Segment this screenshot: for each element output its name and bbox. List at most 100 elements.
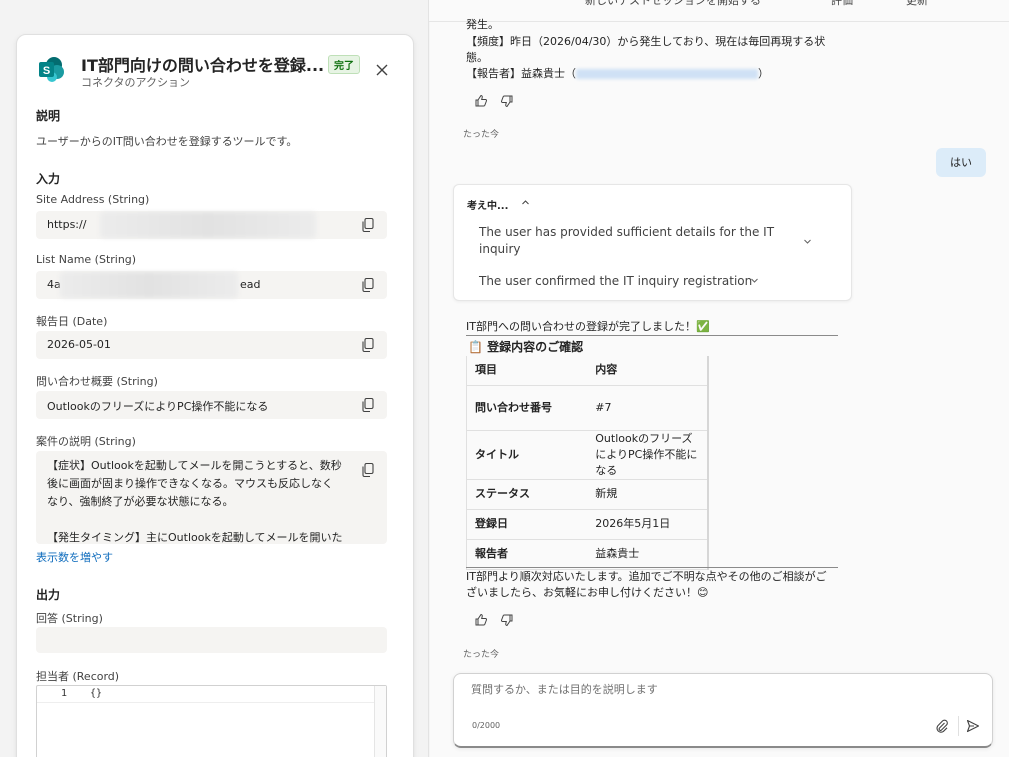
thinking-step[interactable]: The user has provided sufficient details… (479, 224, 779, 258)
report-date-label: 報告日 (Date) (36, 315, 108, 328)
answer-field (36, 627, 387, 653)
chevron-down-icon[interactable] (750, 276, 759, 285)
redacted-block (100, 212, 316, 238)
table-row: 登録日 2026年5月1日 (466, 509, 708, 540)
thumbs-up-icon[interactable] (474, 613, 488, 627)
summary-field: OutlookのフリーズによりPC操作不能になる (36, 391, 387, 419)
table-cell-value: OutlookのフリーズによりPC操作不能になる (587, 430, 708, 480)
thumbs-up-icon[interactable] (474, 94, 488, 108)
output-heading: 出力 (36, 588, 61, 602)
sharepoint-icon: S (39, 57, 64, 82)
table-cell-key: 問い合わせ番号 (466, 385, 588, 431)
table-cell-value: 2026年5月1日 (587, 509, 708, 540)
site-address-label: Site Address (String) (36, 193, 150, 206)
thinking-step[interactable]: The user confirmed the IT inquiry regist… (479, 273, 759, 290)
bot-message-line: 態。 (466, 51, 488, 64)
line-number: 1 (61, 688, 68, 699)
completion-text: IT部門への問い合わせの登録が完了しました！ (466, 320, 696, 333)
divider (466, 567, 838, 568)
thumbs-down-icon[interactable] (500, 613, 514, 627)
case-description-text: 【症状】Outlookを起動してメールを開こうとすると、数秒 後に画面が固まり操… (47, 459, 343, 544)
top-toolbar: 新しいテストセッションを開始する 評価 更新 (429, 0, 1009, 22)
table-cell-value: 益森貴士 (587, 539, 708, 570)
closing-line: ざいましたら、お気軽にお申し付けください！😊 (466, 585, 708, 601)
table-row: タイトル OutlookのフリーズによりPC操作不能になる (466, 430, 708, 480)
panel-title: IT部門向けの問い合わせを登録... (81, 56, 325, 75)
description-heading: 説明 (36, 109, 61, 123)
chat-input[interactable] (471, 683, 931, 696)
chat-pane: 発生。 【頻度】昨日（2026/04/30）から発生しており、現在は毎回再現する… (430, 18, 1009, 757)
reporter-prefix: 【報告者】益森貴士（ (466, 67, 576, 80)
list-name-field: 4a ead (36, 271, 387, 299)
report-date-field: 2026-05-01 (36, 331, 387, 359)
redacted-email (576, 69, 758, 79)
message-timestamp: たった今 (463, 650, 500, 660)
completion-message: IT部門への問い合わせの登録が完了しました！✅ (466, 319, 710, 335)
message-timestamp: たった今 (463, 130, 500, 140)
current-line-highlight (37, 702, 374, 703)
site-address-value: https:// (47, 218, 87, 231)
bot-message-line: 発生。 (466, 18, 499, 31)
site-address-field: https:// (36, 211, 387, 239)
divider (466, 335, 838, 336)
send-icon[interactable] (966, 719, 980, 733)
table-row: 問い合わせ番号 #7 (466, 385, 708, 431)
close-icon[interactable] (373, 61, 391, 79)
thumbs-down-icon[interactable] (500, 94, 514, 108)
connector-action-panel: S IT部門向けの問い合わせを登録... 完了 コネクタのアクション 説明 ユー… (16, 34, 414, 757)
svg-text:S: S (43, 65, 50, 77)
report-date-value: 2026-05-01 (47, 338, 111, 351)
copy-icon[interactable] (361, 277, 375, 293)
copy-icon[interactable] (361, 217, 375, 233)
paperclip-icon[interactable] (935, 719, 949, 733)
status-badge: 完了 (328, 55, 360, 74)
check-emoji: ✅ (695, 320, 710, 333)
table-cell-key: 報告者 (466, 539, 588, 570)
new-test-session-button[interactable]: 新しいテストセッションを開始する (585, 0, 761, 8)
description-text: ユーザーからのIT問い合わせを登録するツールです。 (36, 135, 298, 148)
list-name-value-suffix: ead (240, 278, 261, 291)
table-row: 報告者 益森貴士 (466, 539, 708, 570)
table-header-row: 項目 内容 (466, 356, 708, 386)
chat-input-box: 0/2000 (453, 673, 993, 748)
table-cell-value: #7 (587, 385, 708, 431)
table-cell-value: 新規 (587, 479, 708, 510)
case-description-field: 【症状】Outlookを起動してメールを開こうとすると、数秒 後に画面が固まり操… (36, 451, 387, 544)
owner-code-editor[interactable]: 1 {} (36, 685, 387, 757)
char-counter: 0/2000 (472, 721, 501, 730)
input-heading: 入力 (36, 172, 61, 186)
table-cell-key: 登録日 (466, 509, 588, 540)
table-header: 項目 (466, 356, 588, 386)
closing-line: IT部門より順次対応いたします。追加でご不明な点やその他のご相談がご (466, 570, 827, 583)
show-more-link[interactable]: 表示数を増やす (36, 549, 113, 565)
refresh-button[interactable]: 更新 (906, 0, 928, 8)
table-header: 内容 (587, 356, 708, 386)
case-description-label: 案件の説明 (String) (36, 435, 136, 448)
chevron-down-icon[interactable] (803, 237, 812, 246)
table-row: ステータス 新規 (466, 479, 708, 510)
bot-message-line: 【頻度】昨日（2026/04/30）から発生しており、現在は毎回再現する状 (466, 35, 826, 48)
list-name-label: List Name (String) (36, 253, 137, 266)
clipboard-emoji: 📋 (468, 340, 483, 354)
table-title: 📋 登録内容のご確認 (468, 338, 583, 355)
list-name-value-prefix: 4a (47, 278, 61, 291)
reporter-line: 【報告者】益森貴士（ ） (466, 66, 769, 82)
confirmation-table: 項目 内容 問い合わせ番号 #7 タイトル OutlookのフリーズによりPC操… (466, 356, 709, 570)
chevron-up-icon[interactable] (521, 198, 530, 207)
owner-label: 担当者 (Record) (36, 670, 120, 683)
copy-icon[interactable] (361, 337, 375, 353)
evaluate-button[interactable]: 評価 (831, 0, 853, 8)
thinking-label: 考え中... (467, 201, 509, 212)
redacted-block (60, 272, 238, 298)
panel-header: S IT部門向けの問い合わせを登録... 完了 コネクタのアクション (17, 35, 413, 99)
table-cell-key: タイトル (466, 430, 588, 480)
answer-label: 回答 (String) (36, 612, 103, 625)
thinking-panel: 考え中... The user has provided sufficient … (453, 184, 852, 301)
summary-value: OutlookのフリーズによりPC操作不能になる (47, 400, 269, 413)
reporter-suffix: ） (758, 67, 769, 80)
editor-scrollbar[interactable] (374, 686, 386, 757)
copy-icon[interactable] (361, 462, 375, 478)
closing-text: ざいましたら、お気軽にお申し付けください！ (466, 586, 697, 599)
smile-emoji: 😊 (697, 586, 709, 599)
copy-icon[interactable] (361, 397, 375, 413)
